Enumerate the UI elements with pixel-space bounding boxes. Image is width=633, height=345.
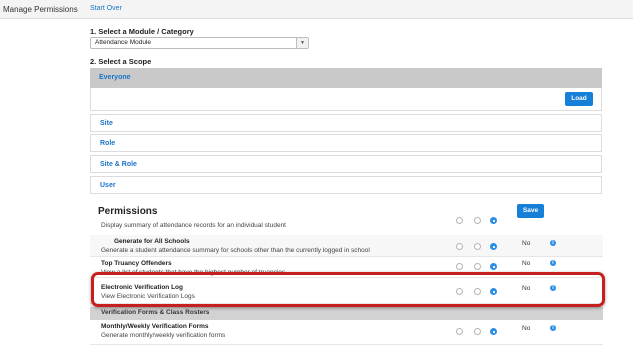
scope-everyone-panel: Load — [90, 88, 602, 111]
info-icon[interactable]: i — [550, 240, 556, 246]
permission-row: Top Truancy Offenders View a list of stu… — [90, 258, 603, 278]
top-bar: Manage Permissions Start Over — [0, 0, 633, 19]
permission-value: No — [522, 285, 531, 292]
permission-row: Generate for All Schools Generate a stud… — [90, 235, 603, 257]
module-label: 1. Select a Module / Category — [90, 27, 194, 36]
permission-value: No — [522, 260, 531, 267]
radio-option-selected[interactable] — [490, 328, 497, 335]
permission-desc: Generate monthly/weekly verification for… — [101, 332, 226, 339]
info-icon[interactable]: i — [550, 260, 556, 266]
radio-option-selected[interactable] — [490, 263, 497, 270]
radio-option[interactable] — [456, 217, 463, 224]
module-select-value: Attendance Module — [95, 39, 152, 46]
radio-option[interactable] — [474, 217, 481, 224]
permission-name: Electronic Verification Log — [101, 284, 183, 291]
info-icon[interactable]: i — [550, 285, 556, 291]
chevron-down-icon[interactable]: ▼ — [296, 38, 308, 48]
scope-everyone-header[interactable]: Everyone — [90, 68, 602, 88]
radio-option[interactable] — [474, 243, 481, 250]
permission-value: No — [522, 325, 531, 332]
radio-option[interactable] — [456, 243, 463, 250]
permission-desc: View a list of students that have the hi… — [101, 269, 286, 276]
radio-option[interactable] — [474, 263, 481, 270]
radio-option[interactable] — [474, 328, 481, 335]
radio-option-selected[interactable] — [490, 217, 497, 224]
radio-option[interactable] — [474, 288, 481, 295]
radio-option[interactable] — [456, 263, 463, 270]
permission-desc: View Electronic Verification Logs — [101, 293, 195, 300]
scope-label: 2. Select a Scope — [90, 57, 152, 66]
start-over-link[interactable]: Start Over — [90, 5, 122, 12]
permission-desc: Generate a student attendance summary fo… — [101, 247, 370, 254]
load-button[interactable]: Load — [565, 92, 593, 106]
info-icon[interactable]: i — [550, 325, 556, 331]
scope-option-user[interactable]: User — [90, 176, 602, 194]
radio-option[interactable] — [456, 328, 463, 335]
cutoff-row-desc: Display summary of attendance records fo… — [101, 222, 286, 229]
permission-name: Generate for All Schools — [114, 238, 190, 245]
radio-option-selected[interactable] — [490, 243, 497, 250]
scope-option-site-role[interactable]: Site & Role — [90, 155, 602, 173]
permission-value: No — [522, 240, 531, 247]
save-button[interactable]: Save — [517, 204, 544, 218]
permissions-list: Generate for All Schools Generate a stud… — [90, 231, 603, 345]
permission-row: Monthly/Weekly Verification Forms Genera… — [90, 320, 603, 345]
scope-option-site[interactable]: Site — [90, 114, 602, 132]
radio-option[interactable] — [456, 288, 463, 295]
permission-category-header: Verification Forms & Class Rosters — [90, 307, 603, 320]
permission-name: Top Truancy Offenders — [101, 260, 172, 267]
permission-name: Monthly/Weekly Verification Forms — [101, 323, 209, 330]
scope-option-role[interactable]: Role — [90, 134, 602, 152]
radio-option-selected[interactable] — [490, 288, 497, 295]
permissions-heading: Permissions — [98, 206, 158, 217]
page-title: Manage Permissions — [3, 5, 78, 14]
permission-row-electronic-verification-log: Electronic Verification Log View Electro… — [90, 278, 603, 304]
module-select[interactable]: Attendance Module ▼ — [90, 37, 309, 49]
